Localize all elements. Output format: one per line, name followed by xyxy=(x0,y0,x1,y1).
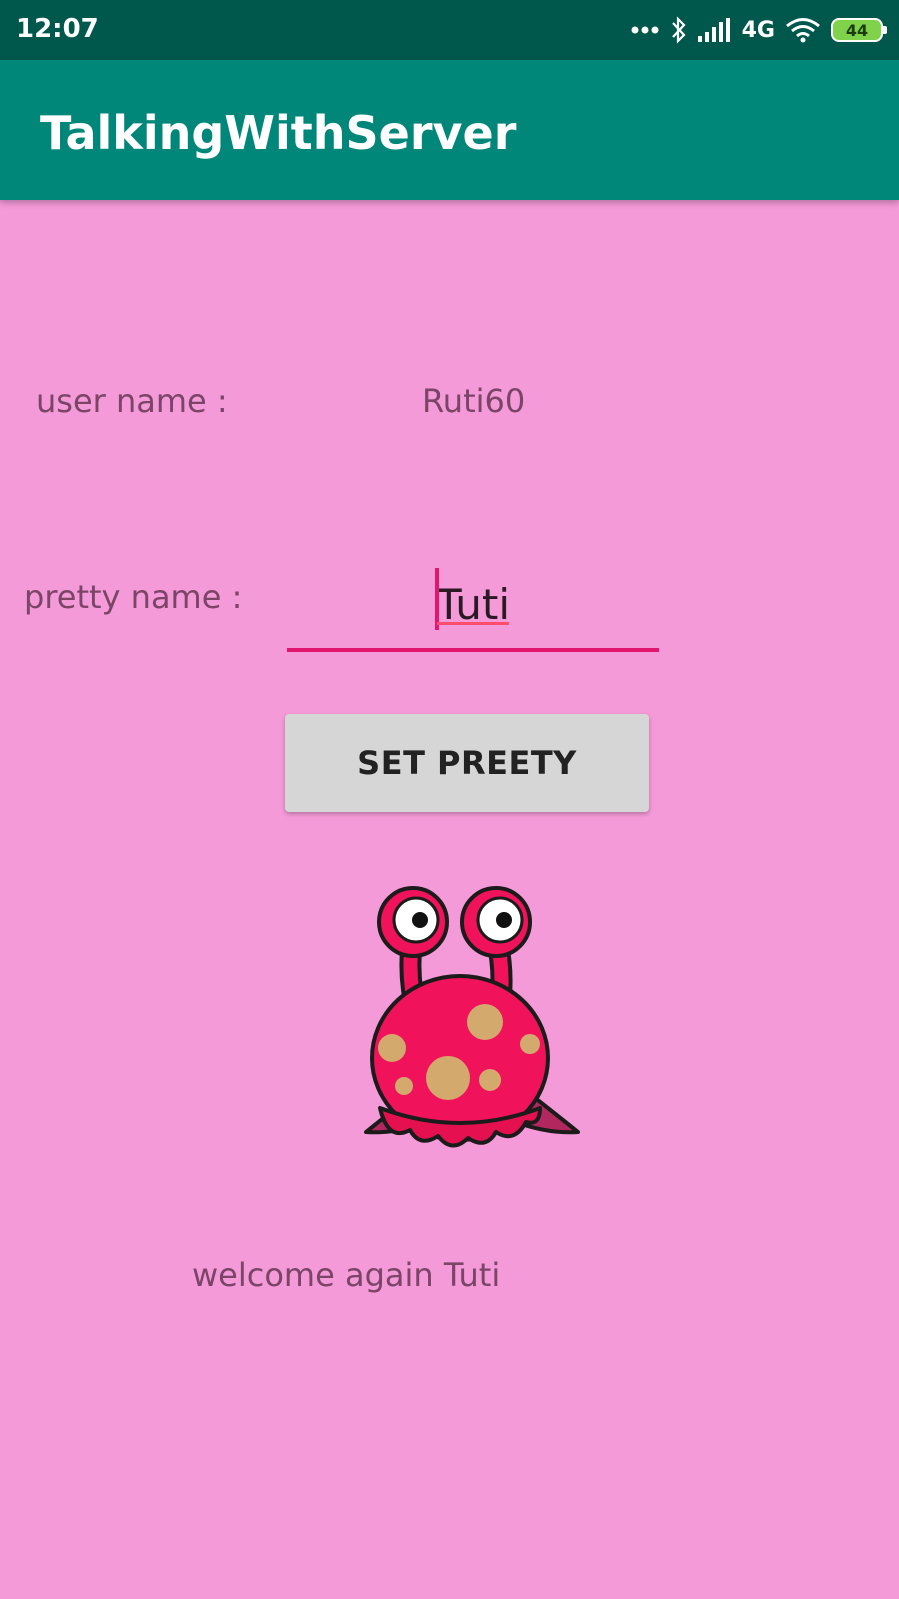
user-name-label: user name : xyxy=(36,382,228,420)
status-time: 12:07 xyxy=(16,14,99,44)
welcome-message: welcome again Tuti xyxy=(192,1256,501,1294)
set-pretty-button[interactable]: SET PREETY xyxy=(285,714,649,812)
text-cursor xyxy=(435,568,439,630)
network-type: 4G xyxy=(741,17,775,43)
signal-icon xyxy=(697,18,732,42)
status-bar: 12:07 4G 44 xyxy=(0,0,899,60)
pretty-name-field[interactable] xyxy=(287,560,659,652)
pretty-name-input[interactable] xyxy=(287,560,659,648)
battery-icon: 44 xyxy=(831,18,887,42)
wifi-icon xyxy=(785,17,821,43)
bluetooth-icon xyxy=(670,16,688,44)
app-title: TalkingWithServer xyxy=(40,106,517,160)
spellcheck-underline xyxy=(437,622,509,625)
pretty-name-label: pretty name : xyxy=(24,578,243,616)
monster-image xyxy=(364,886,580,1148)
status-icons: 4G 44 xyxy=(630,12,887,48)
more-dots-icon xyxy=(630,25,660,35)
user-name-value: Ruti60 xyxy=(422,382,526,420)
app-bar: TalkingWithServer xyxy=(0,60,899,200)
